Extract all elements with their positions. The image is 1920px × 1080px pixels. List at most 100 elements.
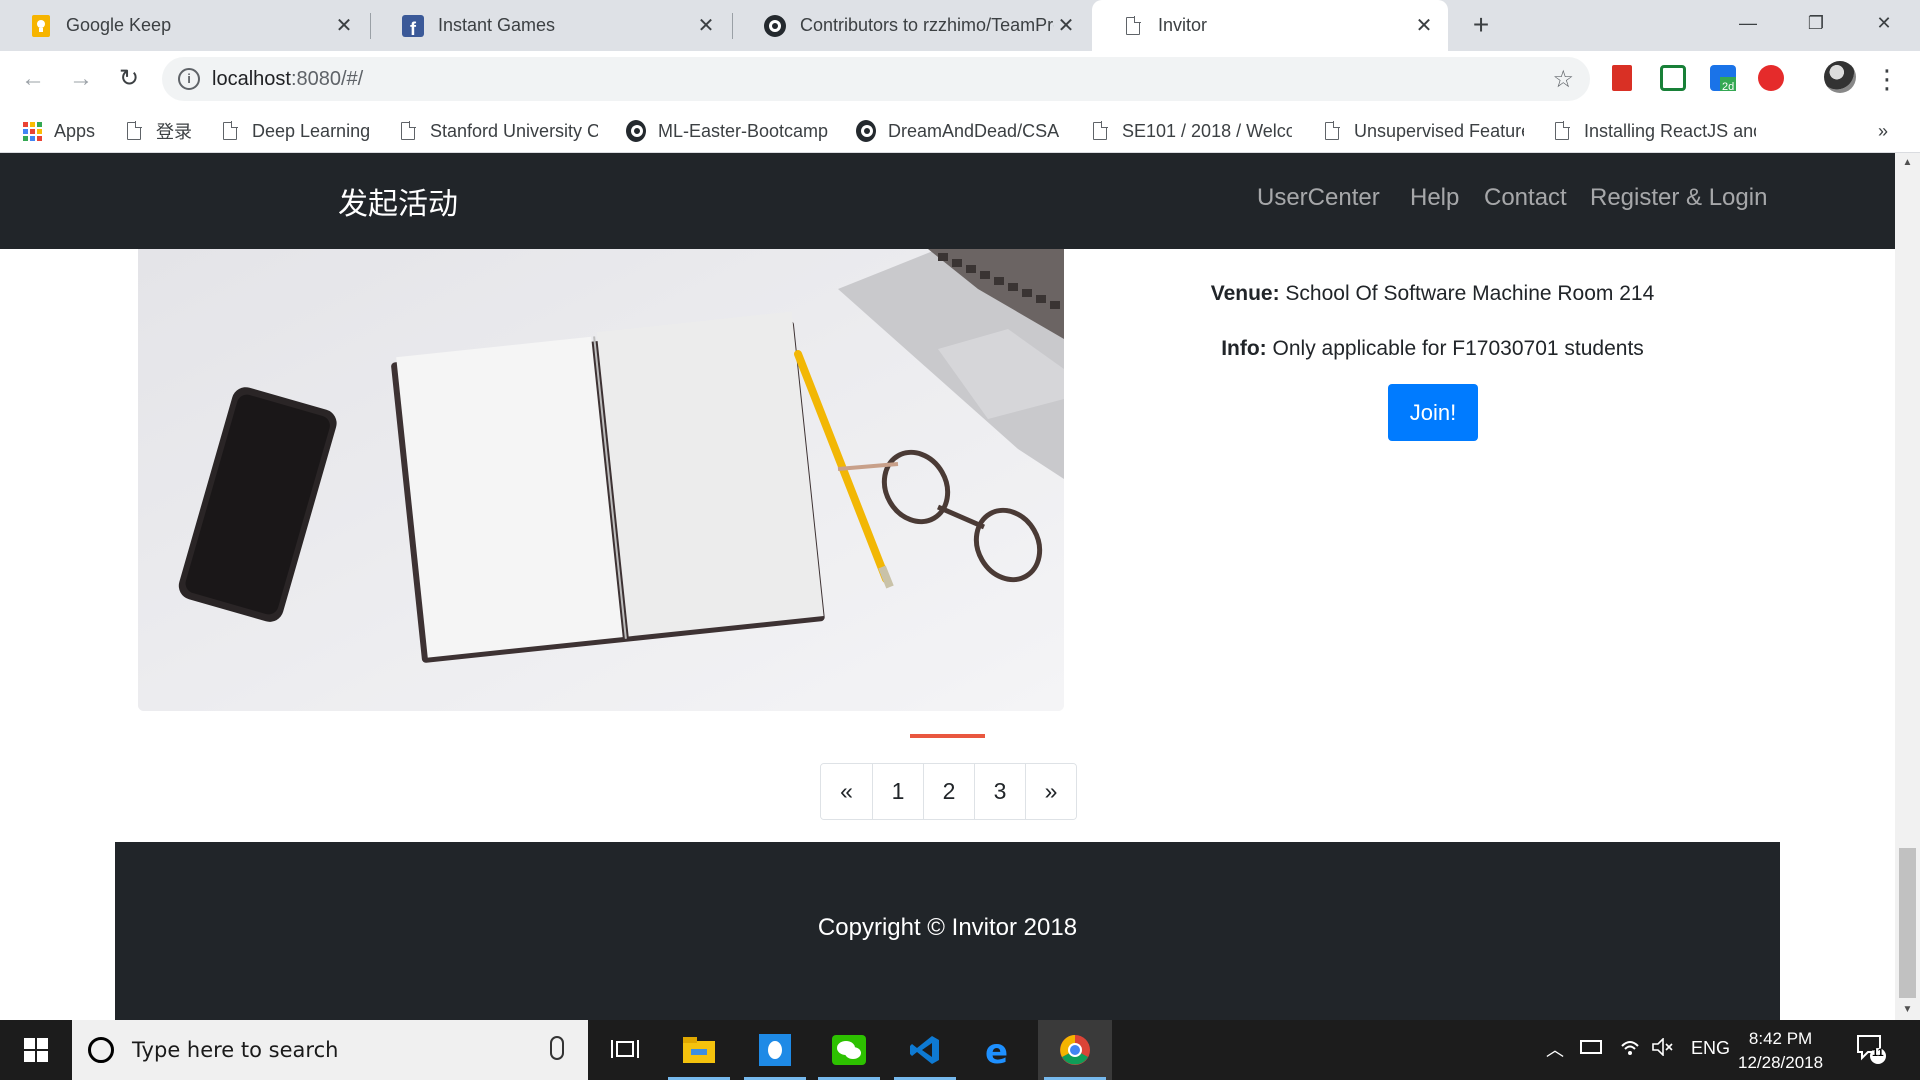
pagination-page-1[interactable]: 1 [872, 764, 923, 819]
bookmark-ml-easter-bootcamp[interactable]: ML-Easter-Bootcamp [626, 119, 830, 143]
taskbar-vscode[interactable] [888, 1020, 962, 1080]
bookmarks-overflow-chevron-icon[interactable]: » [1878, 119, 1898, 143]
nav-link-help[interactable]: Help [1410, 184, 1459, 212]
reload-button[interactable]: ↻ [114, 64, 144, 94]
bookmark-label: Deep Learning [252, 120, 371, 141]
windows-taskbar: Type here to search e ︿ ENG 8:42 PM 12/2… [0, 1020, 1920, 1080]
tab-title: Invitor [1158, 15, 1208, 35]
venue-line: Venue: School Of Software Machine Room 2… [1100, 282, 1765, 306]
tab-contributors[interactable]: Contributors to rzzhimo/TeamPro ✕ [734, 0, 1090, 51]
page-icon [220, 120, 240, 142]
extension-calendar-icon[interactable]: 2d [1710, 65, 1738, 93]
taskbar-wechat[interactable] [812, 1020, 886, 1080]
task-view-icon [611, 1040, 639, 1058]
page-icon [1122, 15, 1144, 37]
site-info-icon[interactable]: i [178, 68, 200, 90]
action-center-button[interactable]: 11 [1856, 1034, 1886, 1069]
bookmark-deep-learning[interactable]: Deep Learning [220, 119, 380, 143]
taskbar-qq[interactable] [738, 1020, 812, 1080]
close-tab-icon[interactable]: ✕ [1054, 14, 1078, 38]
address-bar[interactable]: i localhost:8080/#/ ☆ [162, 57, 1590, 101]
close-tab-icon[interactable]: ✕ [332, 14, 356, 38]
taskbar-edge[interactable]: e [962, 1020, 1036, 1080]
clock-date: 12/28/2018 [1738, 1053, 1824, 1072]
bookmark-label: Installing ReactJS and [1584, 120, 1756, 141]
browser-menu-icon[interactable]: ⋮ [1872, 64, 1902, 94]
input-language[interactable]: ENG [1691, 1038, 1730, 1059]
close-tab-icon[interactable]: ✕ [694, 14, 718, 38]
volume-muted-icon[interactable] [1652, 1037, 1674, 1061]
microphone-icon[interactable] [550, 1036, 564, 1060]
scrollbar-thumb[interactable] [1899, 848, 1916, 998]
show-hidden-icons-chevron-icon[interactable]: ︿ [1546, 1036, 1564, 1062]
extension-sheets-icon[interactable] [1660, 65, 1686, 91]
pagination-page-2[interactable]: 2 [923, 764, 974, 819]
tab-google-keep[interactable]: Google Keep ✕ [0, 0, 368, 51]
bookmark-dreamanddead[interactable]: DreamAndDead/CSA [856, 119, 1060, 143]
tab-invitor[interactable]: Invitor ✕ [1092, 0, 1448, 51]
apps-grid-icon [22, 120, 42, 142]
tab-divider [370, 13, 371, 39]
tab-instant-games[interactable]: f Instant Games ✕ [372, 0, 730, 51]
pagination-next[interactable]: » [1025, 764, 1076, 819]
svg-text:f: f [410, 19, 417, 37]
battery-icon[interactable] [1580, 1040, 1602, 1054]
info-line: Info: Only applicable for F17030701 stud… [1100, 337, 1765, 361]
nav-link-contact[interactable]: Contact [1484, 184, 1567, 212]
bookmark-stanford[interactable]: Stanford University C [398, 119, 598, 143]
pagination-prev[interactable]: « [821, 764, 872, 819]
restore-button[interactable]: ❐ [1792, 8, 1840, 38]
new-tab-button[interactable]: + [1466, 10, 1496, 40]
page-scrollbar[interactable]: ▲ ▼ [1895, 153, 1920, 1020]
url-text[interactable]: localhost:8080/#/ [212, 68, 363, 91]
page-icon [1322, 120, 1342, 142]
task-view-button[interactable] [588, 1020, 662, 1080]
svg-text:e: e [985, 1034, 1008, 1066]
close-window-button[interactable]: ✕ [1860, 8, 1908, 38]
close-tab-icon[interactable]: ✕ [1412, 14, 1436, 38]
bookmark-login[interactable]: 登录 [124, 119, 204, 143]
copyright-text: Copyright © Invitor 2018 [817, 914, 1078, 941]
taskbar-file-explorer[interactable] [662, 1020, 736, 1080]
github-icon [626, 120, 646, 142]
bookmark-star-icon[interactable]: ☆ [1552, 65, 1574, 94]
site-navbar: 发起活动 UserCenter Help Contact Register & … [0, 153, 1895, 249]
wifi-icon[interactable] [1620, 1038, 1640, 1061]
extension-book-icon[interactable] [1612, 65, 1632, 91]
bookmark-label: Apps [54, 120, 96, 141]
vscode-icon [910, 1036, 939, 1064]
chrome-icon [1060, 1035, 1090, 1065]
profile-avatar[interactable] [1824, 61, 1856, 93]
pagination-page-3[interactable]: 3 [974, 764, 1025, 819]
nav-link-register-login[interactable]: Register & Login [1590, 184, 1767, 212]
bookmark-apps[interactable]: Apps [22, 119, 112, 143]
bookmark-unsupervised[interactable]: Unsupervised Feature [1322, 119, 1524, 143]
minimize-button[interactable]: — [1724, 8, 1772, 38]
scroll-up-icon[interactable]: ▲ [1895, 153, 1920, 173]
back-button[interactable]: ← [18, 64, 48, 94]
extension-adblock-icon[interactable] [1758, 65, 1784, 91]
taskbar-search[interactable]: Type here to search [72, 1020, 588, 1080]
tab-title: Contributors to rzzhimo/TeamPro [800, 15, 1054, 35]
event-photo [138, 249, 1064, 711]
qq-icon [759, 1034, 791, 1066]
taskbar-chrome[interactable] [1038, 1020, 1112, 1080]
bookmark-label: DreamAndDead/CSA [888, 120, 1060, 141]
info-label: Info: [1221, 337, 1267, 360]
forward-button[interactable]: → [66, 64, 96, 94]
cortana-icon [88, 1037, 114, 1063]
tab-title: Instant Games [438, 15, 556, 35]
url-host: localhost [212, 68, 291, 90]
join-button[interactable]: Join! [1388, 384, 1478, 441]
site-brand[interactable]: 发起活动 [338, 179, 458, 223]
scroll-down-icon[interactable]: ▼ [1895, 1000, 1920, 1020]
carousel-indicator[interactable] [910, 734, 985, 738]
bookmark-se101[interactable]: SE101 / 2018 / Welco [1090, 119, 1292, 143]
page-icon [1552, 120, 1572, 142]
bookmark-installing-reactjs[interactable]: Installing ReactJS and [1552, 119, 1756, 143]
system-clock[interactable]: 8:42 PM 12/28/2018 [1738, 1027, 1823, 1075]
facebook-icon: f [402, 14, 424, 37]
nav-link-usercenter[interactable]: UserCenter [1257, 184, 1380, 212]
clock-time: 8:42 PM [1748, 1029, 1813, 1048]
start-button[interactable] [0, 1020, 72, 1080]
